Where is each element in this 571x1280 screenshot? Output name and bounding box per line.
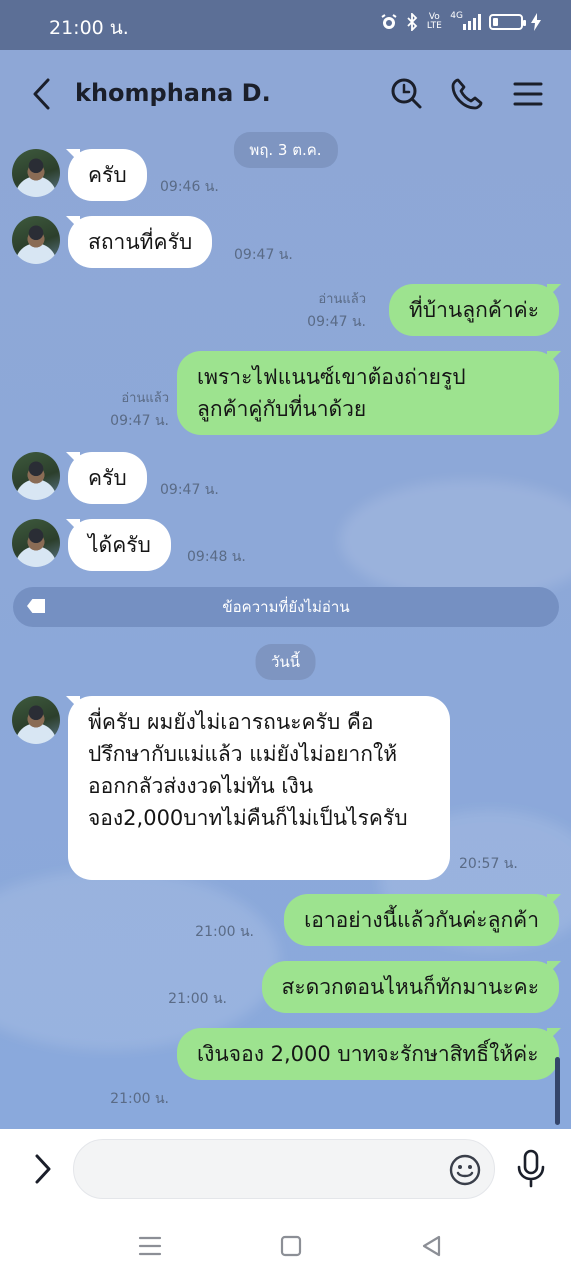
back-chevron-icon — [33, 78, 50, 110]
outgoing-message-bubble[interactable]: ที่บ้านลูกค้าค่ะ — [388, 284, 559, 336]
contact-avatar[interactable] — [12, 452, 60, 500]
incoming-message-bubble[interactable]: ครับ — [68, 149, 147, 201]
outgoing-message-bubble[interactable]: เอาอย่างนี้แล้วกันค่ะลูกค้า — [284, 894, 559, 946]
smiley-icon — [449, 1154, 481, 1186]
incoming-message-bubble[interactable]: สถานที่ครับ — [68, 216, 213, 268]
menu-icon — [513, 82, 543, 106]
read-receipt: อ่านแล้ว — [121, 391, 169, 406]
search-icon — [391, 78, 422, 109]
message-time: 09:47 น. — [110, 413, 169, 429]
message-meta: อ่านแล้ว 09:47 น. — [110, 388, 169, 432]
incoming-message-bubble[interactable]: ครับ — [68, 452, 147, 504]
menu-button[interactable] — [510, 76, 546, 112]
back-triangle-icon — [422, 1235, 441, 1257]
recent-apps-icon — [138, 1236, 162, 1256]
incoming-message-bubble[interactable]: ได้ครับ — [68, 519, 171, 571]
back-button[interactable] — [28, 76, 58, 112]
alarm-icon — [380, 13, 398, 31]
system-navigation-bar — [0, 1211, 571, 1280]
background-cloud — [0, 870, 280, 1050]
scrollbar-thumb[interactable] — [555, 1057, 560, 1125]
message-time: 21:00 น. — [195, 924, 254, 940]
outgoing-message-bubble[interactable]: สะดวกตอนไหนก็ทักมานะคะ — [261, 961, 559, 1013]
outgoing-message-bubble[interactable]: เพราะไฟแนนซ์เขาต้องถ่ายรูป ลูกค้าคู่กับท… — [177, 351, 559, 435]
message-input[interactable] — [73, 1139, 495, 1199]
tag-icon — [27, 599, 45, 613]
chevron-right-icon — [35, 1154, 51, 1184]
contact-avatar[interactable] — [12, 149, 60, 197]
message-time: 09:48 น. — [187, 549, 246, 565]
home-square-icon — [280, 1235, 302, 1257]
back-nav-button[interactable] — [418, 1232, 446, 1260]
status-icons: Vo LTE 4G — [380, 11, 541, 31]
incoming-message-bubble[interactable]: พี่ครับ ผมยังไม่เอารถนะครับ คือปรึกษากับ… — [68, 696, 450, 880]
message-time: 09:47 น. — [307, 314, 366, 330]
contact-avatar[interactable] — [12, 216, 60, 264]
message-time: 21:00 น. — [168, 991, 227, 1007]
outgoing-message-bubble[interactable]: เงินจอง 2,000 บาทจะรักษาสิทธิ์ให้ค่ะ — [177, 1028, 559, 1080]
volte-icon: Vo LTE — [426, 12, 442, 31]
background-cloud — [340, 480, 571, 600]
message-time: 21:00 น. — [110, 1091, 169, 1107]
search-button[interactable] — [389, 76, 425, 112]
status-bar: 21:00 น. Vo LTE 4G — [0, 0, 571, 50]
message-input-bar — [0, 1129, 571, 1211]
chat-header: khomphana D. — [0, 50, 571, 138]
bluetooth-icon — [406, 13, 418, 31]
emoji-button[interactable] — [448, 1153, 482, 1187]
message-time: 09:47 น. — [234, 247, 293, 263]
battery-fill — [493, 18, 498, 26]
date-separator: พฤ. 3 ต.ค. — [233, 132, 338, 168]
message-time: 09:47 น. — [160, 482, 219, 498]
battery-icon — [489, 14, 526, 30]
expand-toolbar-button[interactable] — [30, 1151, 56, 1187]
contact-avatar[interactable] — [12, 519, 60, 567]
contact-avatar[interactable] — [12, 696, 60, 744]
voice-button[interactable] — [514, 1149, 548, 1189]
message-meta: อ่านแล้ว 09:47 น. — [307, 289, 366, 333]
phone-icon — [451, 78, 483, 110]
call-button[interactable] — [449, 76, 485, 112]
status-time: 21:00 น. — [49, 17, 129, 39]
message-time: 09:46 น. — [160, 179, 219, 195]
unread-divider-label: ข้อความที่ยังไม่อ่าน — [222, 598, 350, 616]
unread-divider[interactable]: ข้อความที่ยังไม่อ่าน — [13, 587, 559, 627]
home-button[interactable] — [277, 1232, 305, 1260]
today-separator: วันนี้ — [255, 644, 316, 680]
signal-icon: 4G — [450, 11, 481, 30]
network-type-label: 4G — [450, 11, 463, 21]
microphone-icon — [517, 1149, 545, 1188]
message-time: 20:57 น. — [459, 856, 518, 872]
recent-apps-button[interactable] — [136, 1232, 164, 1260]
charging-icon — [531, 13, 541, 31]
contact-name[interactable]: khomphana D. — [75, 79, 271, 107]
chat-area[interactable]: khomphana D. พฤ. 3 ต.ค. ครับ 09:46 น. สถ… — [0, 50, 571, 1129]
read-receipt: อ่านแล้ว — [318, 292, 366, 307]
